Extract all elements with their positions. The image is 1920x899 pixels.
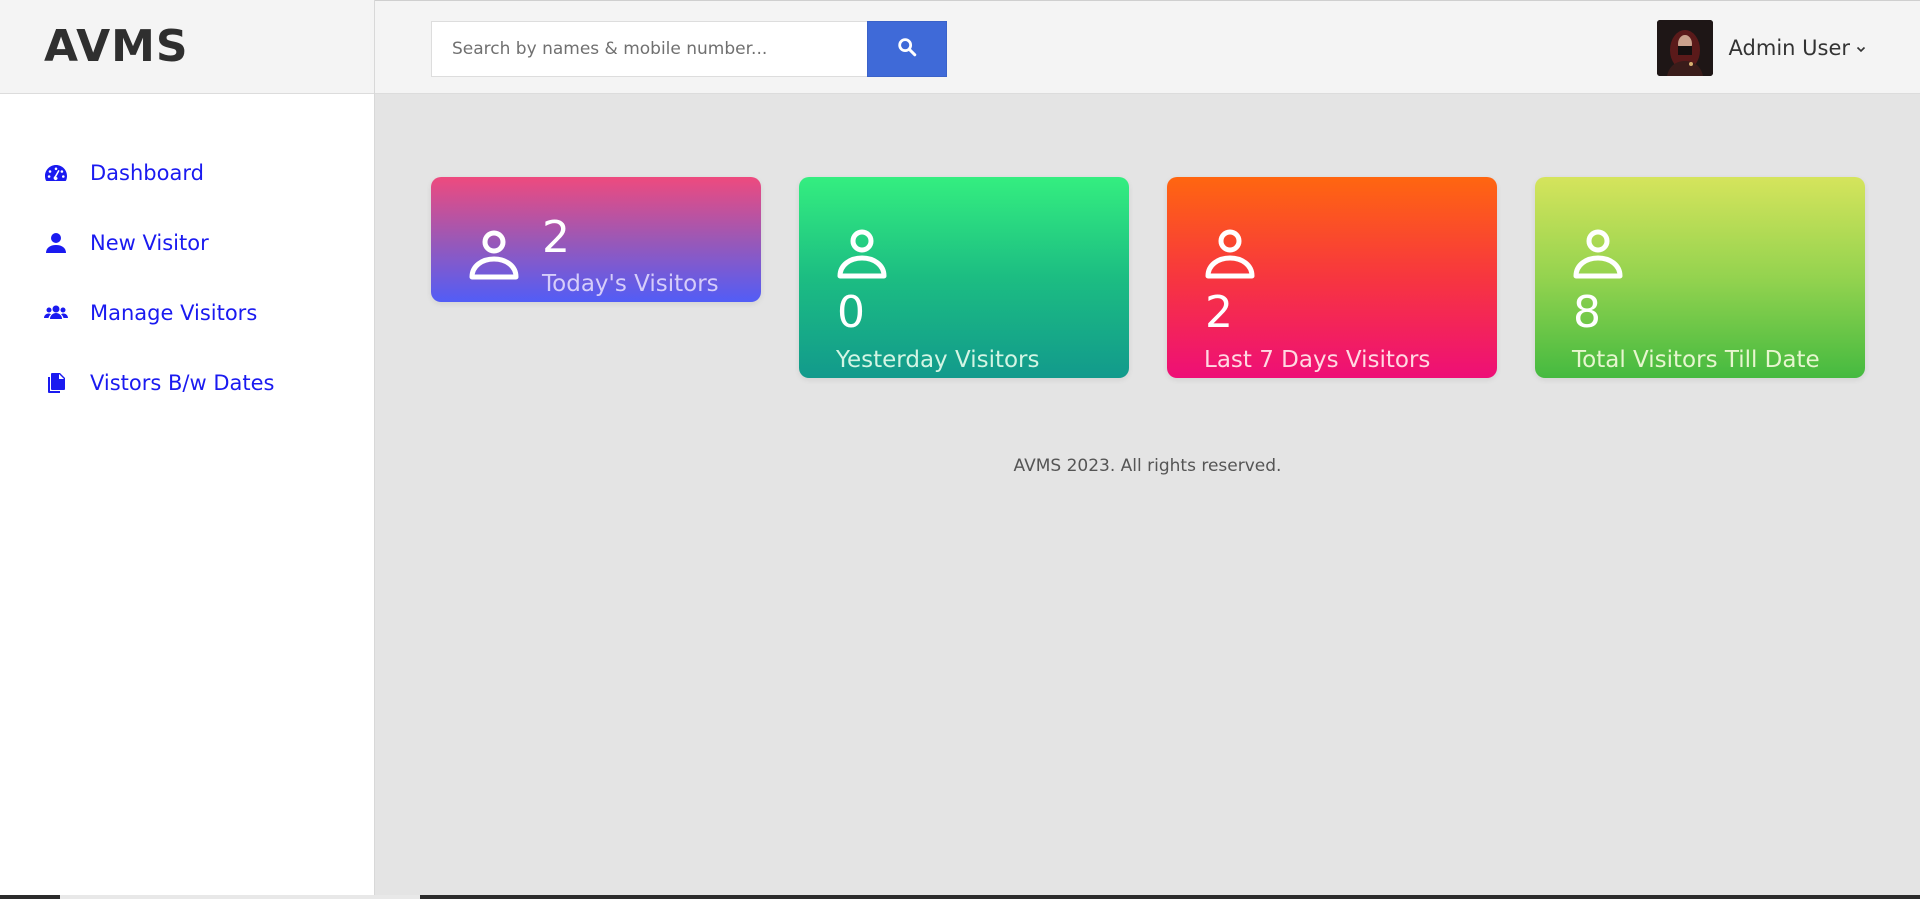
search-icon xyxy=(896,36,918,62)
card-value: 2 xyxy=(542,212,570,263)
person-icon xyxy=(467,227,521,281)
sidebar-item-label: New Visitor xyxy=(90,231,209,255)
card-label: Last 7 Days Visitors xyxy=(1204,347,1431,373)
card-last-7-days-visitors[interactable]: 2 Last 7 Days Visitors xyxy=(1167,177,1497,378)
card-label: Total Visitors Till Date xyxy=(1572,347,1820,373)
card-label: Today's Visitors xyxy=(542,271,719,297)
card-value: 8 xyxy=(1573,287,1601,338)
sidebar: AVMS Dashboard New Visitor Manage Visito… xyxy=(0,0,375,899)
brand-name: AVMS xyxy=(44,21,189,72)
bottom-edge xyxy=(0,895,1920,899)
avatar[interactable] xyxy=(1656,20,1713,76)
user-name: Admin User xyxy=(1728,36,1850,60)
copy-icon xyxy=(44,371,68,395)
footer-copyright: AVMS 2023. All rights reserved. xyxy=(1013,456,1282,476)
users-icon xyxy=(44,301,68,325)
person-icon xyxy=(1571,226,1625,280)
sidebar-item-visitors-between-dates[interactable]: Vistors B/w Dates xyxy=(0,348,374,418)
card-yesterday-visitors[interactable]: 0 Yesterday Visitors xyxy=(799,177,1129,378)
user-icon xyxy=(44,231,68,255)
stats-cards: 2 Today's Visitors 0 Yesterday Visitors … xyxy=(431,177,1865,378)
person-icon xyxy=(835,226,889,280)
sidebar-nav: Dashboard New Visitor Manage Visitors Vi… xyxy=(0,94,374,418)
card-label: Yesterday Visitors xyxy=(836,347,1040,373)
sidebar-item-manage-visitors[interactable]: Manage Visitors xyxy=(0,278,374,348)
card-todays-visitors[interactable]: 2 Today's Visitors xyxy=(431,177,761,302)
dashboard-icon xyxy=(44,161,68,185)
person-icon xyxy=(1203,226,1257,280)
sidebar-item-label: Dashboard xyxy=(90,161,204,185)
chevron-down-icon xyxy=(1850,39,1866,58)
card-total-visitors[interactable]: 8 Total Visitors Till Date xyxy=(1535,177,1865,378)
user-menu[interactable]: Admin User xyxy=(1656,20,1866,76)
search-button[interactable] xyxy=(867,21,947,77)
sidebar-item-new-visitor[interactable]: New Visitor xyxy=(0,208,374,278)
card-value: 2 xyxy=(1205,287,1233,338)
search-input[interactable] xyxy=(431,21,867,77)
sidebar-item-label: Manage Visitors xyxy=(90,301,258,325)
brand-logo[interactable]: AVMS xyxy=(0,0,374,94)
header: Admin User xyxy=(375,0,1920,94)
search-bar xyxy=(431,21,947,77)
sidebar-item-dashboard[interactable]: Dashboard xyxy=(0,138,374,208)
sidebar-item-label: Vistors B/w Dates xyxy=(90,371,275,395)
card-value: 0 xyxy=(837,287,865,338)
